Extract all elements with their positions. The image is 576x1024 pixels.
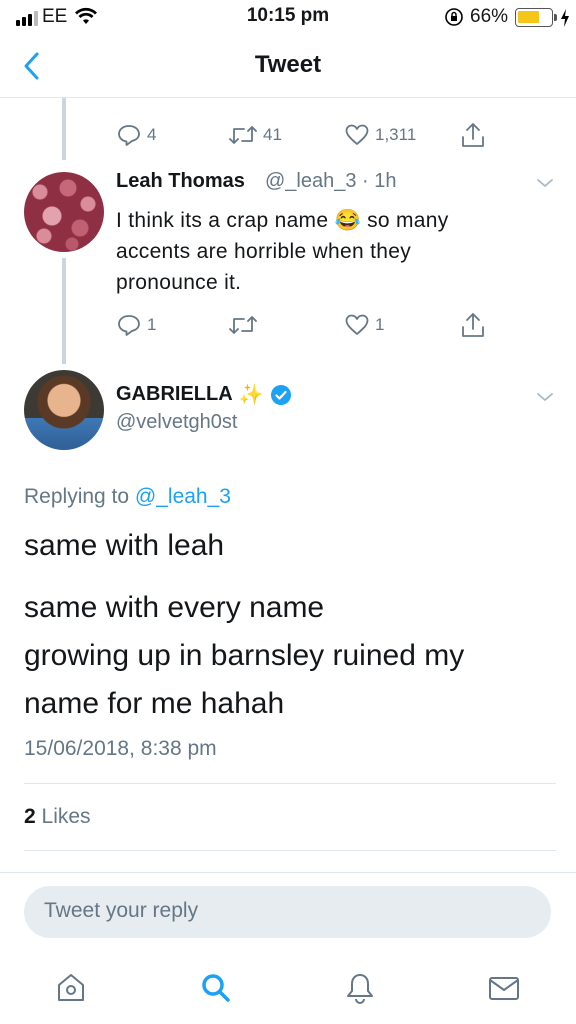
chevron-down-icon[interactable] (535, 390, 555, 404)
page-title: Tweet (254, 51, 322, 78)
likes-label: Likes (41, 805, 91, 828)
reply-count: 4 (147, 125, 157, 144)
verified-badge-icon (270, 384, 291, 405)
tweet-text-line: name for me hahah (24, 687, 285, 720)
battery-icon (515, 8, 553, 27)
author-handle: @_leah_3 · 1h (265, 170, 397, 193)
tweet-timestamp: 15/06/2018, 8:38 pm (24, 737, 217, 760)
avatar[interactable] (24, 370, 104, 450)
handle-text: @_leah_3 (265, 170, 357, 192)
reply-composer: Tweet your reply (0, 872, 576, 1024)
share-icon[interactable] (460, 311, 486, 339)
divider (24, 850, 556, 851)
reply-input[interactable]: Tweet your reply (24, 886, 551, 938)
retweet-count: 41 (263, 125, 282, 144)
avatar[interactable] (24, 172, 104, 252)
reply-icon (118, 315, 140, 336)
divider (24, 783, 556, 784)
author-handle: @velvetgh0st (116, 411, 238, 433)
tweet-time: 1h (374, 170, 397, 192)
replying-to-link[interactable]: @_leah_3 (135, 485, 231, 508)
author-name-text: GABRIELLA (116, 383, 233, 405)
replying-to: Replying to @_leah_3 (24, 485, 231, 509)
time-separator: · (362, 170, 369, 192)
like-action[interactable]: 1 (344, 313, 384, 337)
reply-action[interactable]: 4 (116, 123, 156, 147)
notifications-bell-icon[interactable] (343, 971, 377, 1005)
likes-number: 2 (24, 805, 36, 828)
retweet-action[interactable]: 41 (228, 123, 282, 147)
tears-of-joy-emoji: 😂 (334, 209, 361, 232)
reply-icon (118, 125, 140, 146)
heart-icon (345, 314, 369, 335)
battery-percent: 66% (470, 6, 509, 27)
share-icon[interactable] (460, 121, 486, 149)
retweet-icon (229, 126, 257, 144)
author-name[interactable]: Leah Thomas (116, 170, 245, 193)
replying-prefix: Replying to (24, 485, 130, 508)
retweet-action[interactable] (228, 313, 258, 337)
home-icon[interactable] (54, 971, 88, 1005)
tweet-text: I think its a crap name 😂 so many accent… (116, 205, 516, 298)
heart-icon (345, 124, 369, 145)
tweet-text-line: same with leah (24, 529, 225, 562)
retweet-icon (229, 316, 257, 334)
tweet-text-line: same with every name (24, 591, 325, 624)
nav-bar: Tweet (0, 34, 576, 98)
author-name[interactable]: GABRIELLA ✨ (116, 382, 292, 407)
like-action[interactable]: 1,311 (344, 123, 416, 147)
status-bar: EE 10:15 pm 66% (0, 0, 576, 34)
thread-line (62, 98, 66, 160)
like-count: 1 (375, 315, 385, 334)
thread-line (62, 258, 66, 364)
tweet-text-line: growing up in barnsley ruined my (24, 639, 465, 672)
orientation-lock-icon (445, 8, 463, 26)
battery-cap (554, 14, 557, 21)
sparkles-emoji: ✨ (238, 384, 264, 406)
search-icon[interactable] (199, 971, 233, 1005)
chevron-down-icon[interactable] (535, 176, 555, 190)
like-count: 1,311 (375, 125, 417, 144)
reply-count: 1 (147, 315, 157, 334)
charging-icon (561, 9, 569, 27)
tweet-text-start: I think its a crap name (116, 209, 329, 232)
reply-action[interactable]: 1 (116, 313, 156, 337)
likes-count[interactable]: 2 Likes (24, 805, 91, 829)
battery-level (518, 11, 539, 23)
messages-envelope-icon[interactable] (487, 971, 521, 1005)
